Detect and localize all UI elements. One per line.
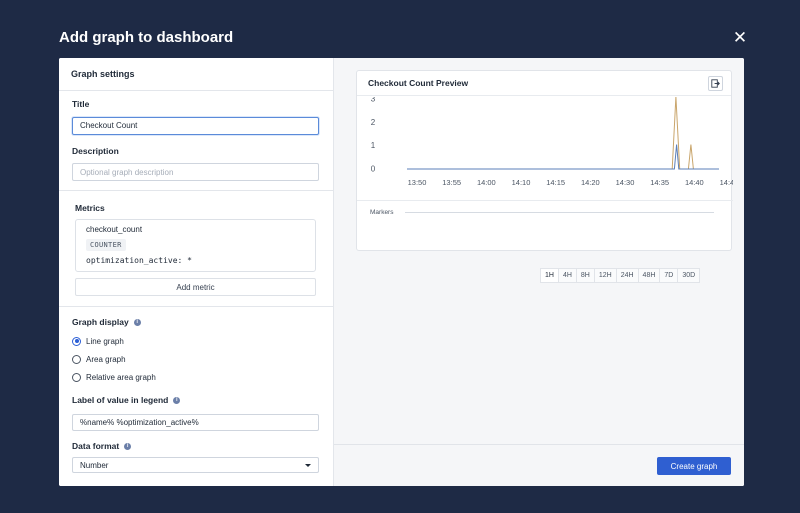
legend-input[interactable]: [72, 414, 319, 431]
time-range-24h[interactable]: 24H: [615, 268, 639, 283]
radio-label: Line graph: [86, 336, 124, 346]
data-format-value: Number: [80, 460, 109, 470]
preview-title: Checkout Count Preview: [368, 78, 469, 88]
x-tick-label: 13:55: [442, 178, 461, 187]
info-icon[interactable]: i: [124, 442, 132, 450]
title-input[interactable]: [72, 116, 319, 135]
preview-area: Checkout Count Preview 0 1 2 3 13:50 13:55 14:…: [334, 58, 744, 486]
add-metric-button[interactable]: Add metric: [75, 278, 316, 296]
create-graph-button[interactable]: Create graph: [657, 457, 731, 475]
preview-header: Checkout Count Preview: [357, 71, 731, 96]
modal-title: Add graph to dashboard: [59, 29, 234, 46]
metrics-label: Metrics: [75, 203, 105, 213]
chevron-down-icon: [305, 463, 311, 467]
time-range-8h[interactable]: 8H: [575, 268, 595, 283]
display-section: Graph display i Line graph Area graph Re…: [59, 307, 333, 473]
info-icon[interactable]: i: [133, 318, 141, 326]
radio-button[interactable]: [72, 354, 81, 364]
graph-settings-panel: Graph settings Title Description Metrics…: [59, 58, 334, 486]
radio-button[interactable]: [72, 372, 81, 382]
description-input[interactable]: [72, 163, 319, 181]
graph-display-label: Graph display i: [72, 317, 320, 327]
radio-label: Relative area graph: [86, 372, 156, 382]
time-range-30d[interactable]: 30D: [677, 268, 701, 283]
x-tick-label: 14:10: [512, 178, 531, 187]
x-tick-label: 14:30: [616, 178, 635, 187]
x-tick-label: 14:15: [546, 178, 565, 187]
radio-area-graph[interactable]: Area graph: [72, 350, 320, 368]
preview-chart: 0 1 2 3 13:50 13:55 14:00 14:10 14:15 14:20 14:30 1…: [371, 97, 733, 187]
markers-row: Markers: [357, 200, 733, 224]
legend-label: Label of value in legend i: [72, 395, 320, 405]
data-format-label: Data format i: [72, 441, 320, 451]
x-tick-label: 14:00: [477, 178, 496, 187]
metric-card[interactable]: checkout_count COUNTER optimization_acti…: [75, 219, 316, 272]
preview-card: Checkout Count Preview 0 1 2 3 13:50 13:55 14:…: [356, 70, 733, 251]
time-range-group: 1H 4H 8H 12H 24H 48H 7D 30D: [540, 268, 701, 283]
graph-settings-header: Graph settings: [59, 58, 333, 91]
time-range-7d[interactable]: 7D: [659, 268, 679, 283]
radio-label: Area graph: [86, 354, 126, 364]
radio-line-graph[interactable]: Line graph: [72, 332, 320, 350]
x-tick-label: 14:35: [650, 178, 669, 187]
modal-footer: Create graph: [334, 444, 744, 486]
time-range-12h[interactable]: 12H: [593, 268, 617, 283]
radio-relative-area-graph[interactable]: Relative area graph: [72, 368, 320, 386]
title-label: Title: [72, 99, 90, 109]
close-button[interactable]: ✕: [731, 29, 749, 47]
time-range-4h[interactable]: 4H: [557, 268, 577, 283]
metrics-section: Metrics checkout_count COUNTER optimizat…: [59, 191, 333, 307]
markers-track: [405, 212, 715, 213]
series-line-1: [407, 97, 719, 170]
metric-name: checkout_count: [86, 225, 143, 234]
export-button[interactable]: [708, 75, 723, 91]
y-tick-label: 2: [371, 118, 376, 127]
data-format-select[interactable]: Number: [72, 457, 319, 473]
x-tick-label: 14:20: [581, 178, 600, 187]
export-icon: [711, 78, 720, 88]
time-range-48h[interactable]: 48H: [637, 268, 661, 283]
y-tick-label: 3: [371, 97, 376, 104]
x-tick-label: 14:40: [685, 178, 704, 187]
y-tick-label: 0: [371, 165, 376, 174]
metric-type-badge: COUNTER: [86, 239, 126, 251]
description-label: Description: [72, 145, 119, 156]
metric-filter: optimization_active: *: [86, 256, 192, 265]
time-range-1h[interactable]: 1H: [540, 268, 559, 283]
info-icon[interactable]: i: [173, 396, 181, 404]
radio-button[interactable]: [72, 336, 81, 346]
x-tick-label: 14:45: [720, 178, 733, 187]
y-tick-label: 1: [371, 141, 376, 150]
modal-body: Graph settings Title Description Metrics…: [59, 58, 744, 486]
x-tick-label: 13:50: [408, 178, 427, 187]
title-description-section: Title Description: [59, 91, 333, 191]
markers-label: Markers: [370, 209, 394, 216]
